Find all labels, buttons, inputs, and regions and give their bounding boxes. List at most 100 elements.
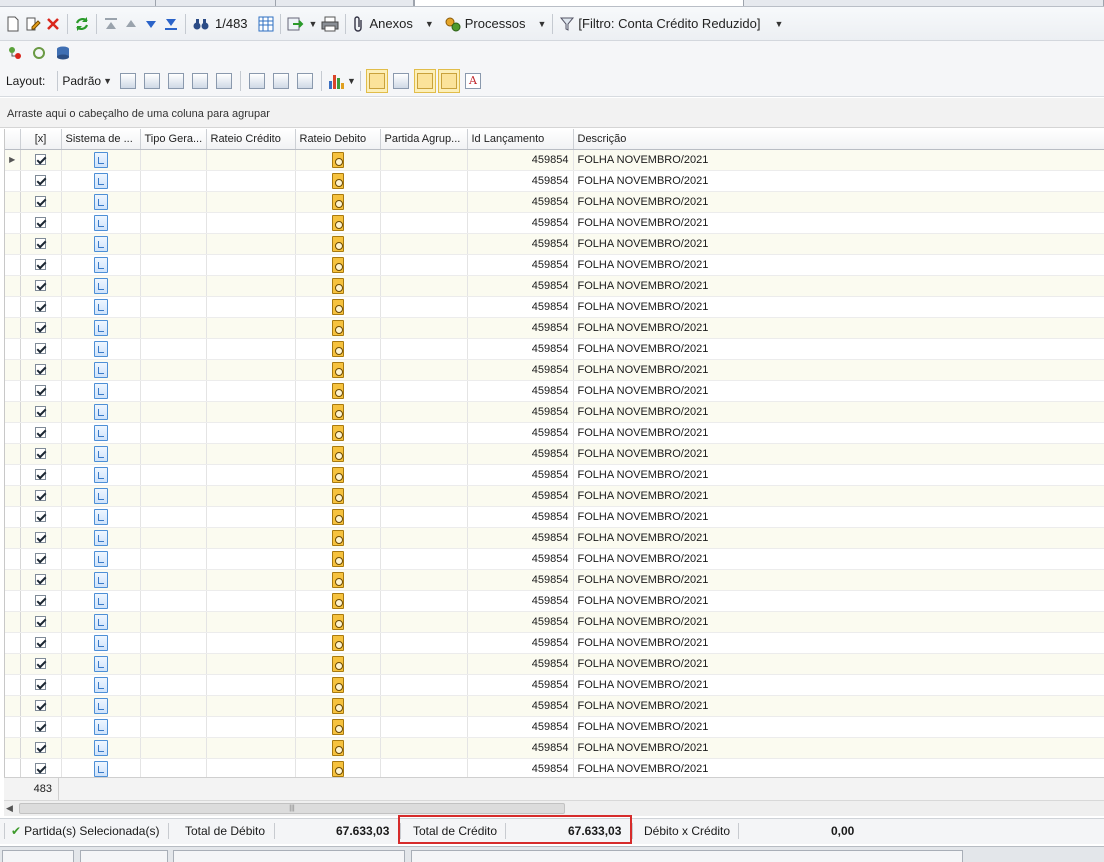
select-cell[interactable] xyxy=(20,149,62,171)
taskbar-button[interactable] xyxy=(2,850,74,862)
apportionment-document-icon[interactable] xyxy=(331,655,344,672)
column-header-debit-apportionment[interactable]: Rateio Debito xyxy=(295,129,381,150)
debit-apportionment-cell[interactable] xyxy=(295,359,381,381)
apportionment-document-icon[interactable] xyxy=(331,445,344,462)
row-checkbox[interactable] xyxy=(35,721,46,733)
debit-apportionment-cell[interactable] xyxy=(295,590,381,612)
apportionment-document-icon[interactable] xyxy=(331,508,344,525)
chevron-down-icon[interactable]: ▼ xyxy=(347,76,356,86)
processes-button[interactable]: Processos ▼ xyxy=(442,13,549,35)
apportionment-document-icon[interactable] xyxy=(331,214,344,231)
new-document-icon[interactable] xyxy=(3,13,23,35)
scrollbar-thumb[interactable]: ||| xyxy=(19,803,565,814)
layout-properties-icon[interactable] xyxy=(144,72,160,89)
debit-apportionment-cell[interactable] xyxy=(295,548,381,570)
find-binoculars-icon[interactable] xyxy=(190,13,212,35)
apportionment-document-icon[interactable] xyxy=(331,592,344,609)
document-tab-active[interactable] xyxy=(414,0,744,6)
toggle-footer-icon[interactable] xyxy=(437,68,460,93)
columns-icon[interactable] xyxy=(168,72,184,89)
table-row[interactable]: 459854 FOLHA NOVEMBRO/2021 xyxy=(5,548,1104,570)
debit-apportionment-cell[interactable] xyxy=(295,653,381,675)
apportionment-document-icon[interactable] xyxy=(331,256,344,273)
taskbar-button[interactable] xyxy=(411,850,963,862)
debit-apportionment-cell[interactable] xyxy=(295,275,381,297)
table-row[interactable]: 459854 FOLHA NOVEMBRO/2021 xyxy=(5,695,1104,717)
table-row[interactable]: 459854 FOLHA NOVEMBRO/2021 xyxy=(5,170,1104,192)
select-cell[interactable] xyxy=(20,611,62,633)
row-checkbox[interactable] xyxy=(35,490,46,502)
debit-apportionment-cell[interactable] xyxy=(295,527,381,549)
select-cell[interactable] xyxy=(20,674,62,696)
row-checkbox[interactable] xyxy=(35,259,46,271)
debit-apportionment-cell[interactable] xyxy=(295,443,381,465)
row-checkbox[interactable] xyxy=(35,742,46,754)
table-row[interactable]: 459854 FOLHA NOVEMBRO/2021 xyxy=(5,506,1104,528)
apportionment-document-icon[interactable] xyxy=(331,697,344,714)
apportionment-document-icon[interactable] xyxy=(331,571,344,588)
attachments-button[interactable]: Anexos ▼ xyxy=(350,13,435,35)
group-by-panel[interactable]: Arraste aqui o cabeçalho de uma coluna p… xyxy=(0,98,1104,128)
document-tab[interactable] xyxy=(276,0,414,6)
row-checkbox[interactable] xyxy=(35,763,46,775)
row-checkbox[interactable] xyxy=(35,364,46,376)
row-checkbox[interactable] xyxy=(35,196,46,208)
debit-apportionment-cell[interactable] xyxy=(295,317,381,339)
row-checkbox[interactable] xyxy=(35,679,46,691)
row-checkbox[interactable] xyxy=(35,616,46,628)
apportionment-document-icon[interactable] xyxy=(331,193,344,210)
column-header-grouped-entry[interactable]: Partida Agrup... xyxy=(380,129,468,150)
row-lines-icon[interactable] xyxy=(392,72,409,89)
table-row[interactable]: ▶ 459854 FOLHA NOVEMBRO/2021 xyxy=(5,149,1104,171)
apportionment-document-icon[interactable] xyxy=(331,382,344,399)
select-cell[interactable] xyxy=(20,380,62,402)
next-record-icon[interactable] xyxy=(141,13,161,35)
debit-apportionment-cell[interactable] xyxy=(295,485,381,507)
delete-icon[interactable] xyxy=(43,13,63,35)
apportionment-document-icon[interactable] xyxy=(331,487,344,504)
row-checkbox[interactable] xyxy=(35,280,46,292)
table-row[interactable]: 459854 FOLHA NOVEMBRO/2021 xyxy=(5,716,1104,738)
apportionment-document-icon[interactable] xyxy=(331,676,344,693)
apportionment-document-icon[interactable] xyxy=(331,760,344,777)
apportionment-document-icon[interactable] xyxy=(331,550,344,567)
select-cell[interactable] xyxy=(20,485,62,507)
debit-apportionment-cell[interactable] xyxy=(295,296,381,318)
chevron-down-icon[interactable]: ▼ xyxy=(537,19,546,29)
document-tab[interactable] xyxy=(744,0,1104,6)
table-row[interactable]: 459854 FOLHA NOVEMBRO/2021 xyxy=(5,653,1104,675)
select-cell[interactable] xyxy=(20,359,62,381)
select-cell[interactable] xyxy=(20,401,62,423)
apportionment-document-icon[interactable] xyxy=(331,466,344,483)
horizontal-scrollbar[interactable]: ◀ ||| xyxy=(4,800,1104,816)
group-panel-icon[interactable] xyxy=(249,72,265,89)
row-checkbox[interactable] xyxy=(35,595,46,607)
table-row[interactable]: 459854 FOLHA NOVEMBRO/2021 xyxy=(5,275,1104,297)
table-row[interactable]: 459854 FOLHA NOVEMBRO/2021 xyxy=(5,737,1104,759)
apportionment-document-icon[interactable] xyxy=(331,235,344,252)
table-row[interactable]: 459854 FOLHA NOVEMBRO/2021 xyxy=(5,569,1104,591)
database-icon[interactable] xyxy=(53,42,73,64)
row-checkbox[interactable] xyxy=(35,343,46,355)
export-arrow-icon[interactable]: ▼ xyxy=(285,13,320,35)
select-cell[interactable] xyxy=(20,170,62,192)
document-tab[interactable] xyxy=(156,0,276,6)
table-row[interactable]: 459854 FOLHA NOVEMBRO/2021 xyxy=(5,191,1104,213)
debit-apportionment-cell[interactable] xyxy=(295,170,381,192)
row-checkbox[interactable] xyxy=(35,301,46,313)
apportionment-document-icon[interactable] xyxy=(331,298,344,315)
select-cell[interactable] xyxy=(20,233,62,255)
bookmark-icon[interactable] xyxy=(297,72,313,89)
row-checkbox[interactable] xyxy=(35,532,46,544)
column-header-description[interactable]: Descrição xyxy=(573,129,1104,150)
column-header-system[interactable]: Sistema de ... xyxy=(61,129,141,150)
table-row[interactable]: 459854 FOLHA NOVEMBRO/2021 xyxy=(5,632,1104,654)
select-cell[interactable] xyxy=(20,317,62,339)
select-cell[interactable] xyxy=(20,737,62,759)
grid-view-icon[interactable] xyxy=(256,13,276,35)
layout-selector[interactable]: Padrão xyxy=(62,74,101,88)
table-row[interactable]: 459854 FOLHA NOVEMBRO/2021 xyxy=(5,254,1104,276)
apportionment-document-icon[interactable] xyxy=(331,718,344,735)
row-checkbox[interactable] xyxy=(35,469,46,481)
refresh-icon[interactable] xyxy=(72,13,92,35)
